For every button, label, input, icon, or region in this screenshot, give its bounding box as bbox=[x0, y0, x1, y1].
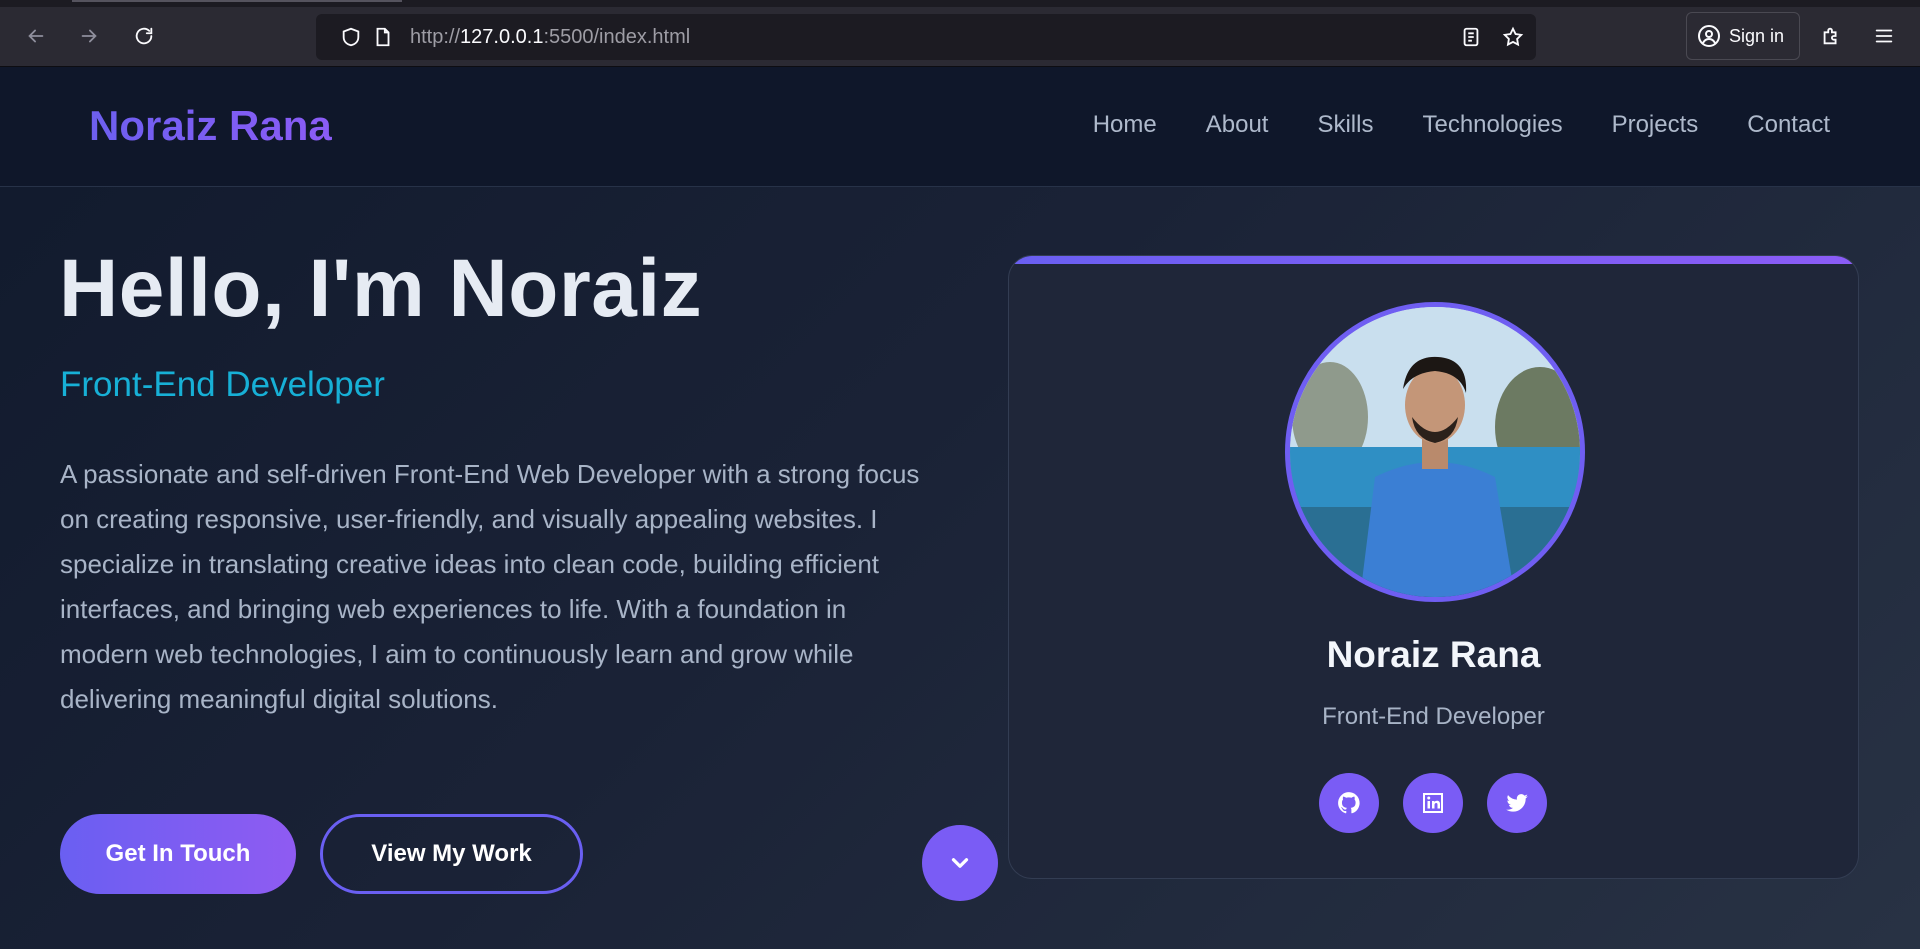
forward-button[interactable] bbox=[72, 19, 106, 53]
reload-icon bbox=[135, 27, 153, 45]
site-header: Noraiz Rana Home About Skills Technologi… bbox=[0, 67, 1920, 187]
view-my-work-button[interactable]: View My Work bbox=[320, 814, 583, 894]
linkedin-link[interactable] bbox=[1403, 773, 1463, 833]
chevron-down-icon bbox=[951, 858, 969, 868]
site-logo[interactable]: Noraiz Rana bbox=[89, 102, 332, 150]
puzzle-icon bbox=[1823, 27, 1837, 45]
main-nav: Home About Skills Technologies Projects … bbox=[1093, 111, 1830, 139]
nav-skills[interactable]: Skills bbox=[1317, 111, 1373, 139]
profile-name: Noraiz Rana bbox=[1326, 634, 1541, 675]
url-text[interactable]: http://127.0.0.1:5500/index.html bbox=[410, 26, 690, 49]
shield-icon[interactable] bbox=[340, 26, 362, 48]
address-bar[interactable]: http://127.0.0.1:5500/index.html bbox=[316, 14, 1536, 60]
page: Noraiz Rana Home About Skills Technologi… bbox=[0, 67, 1920, 949]
nav-projects[interactable]: Projects bbox=[1612, 111, 1699, 139]
arrow-right-icon bbox=[81, 29, 97, 43]
reload-button[interactable] bbox=[127, 19, 161, 53]
browser-toolbar: http://127.0.0.1:5500/index.html Sign in bbox=[0, 0, 1920, 67]
hero-description: A passionate and self-driven Front-End W… bbox=[60, 459, 920, 714]
hero-subtitle: Front-End Developer bbox=[60, 365, 385, 404]
sign-in-label: Sign in bbox=[1729, 25, 1785, 46]
linkedin-icon bbox=[1423, 793, 1443, 813]
profile-photo bbox=[1290, 307, 1580, 597]
avatar bbox=[1285, 302, 1585, 602]
hero-title: Hello, I'm Noraiz bbox=[59, 243, 703, 334]
nav-home[interactable]: Home bbox=[1093, 111, 1157, 139]
app-menu-button[interactable] bbox=[1867, 19, 1901, 53]
url-scheme: http:// bbox=[410, 26, 461, 48]
url-domain: 127.0.0.1 bbox=[460, 26, 544, 48]
twitter-link[interactable] bbox=[1487, 773, 1547, 833]
nav-about[interactable]: About bbox=[1206, 111, 1269, 139]
profile-role: Front-End Developer bbox=[1322, 703, 1545, 730]
card-accent-bar bbox=[1009, 256, 1858, 264]
url-path: :5500/index.html bbox=[543, 26, 691, 48]
nav-technologies[interactable]: Technologies bbox=[1422, 111, 1562, 139]
github-icon bbox=[1338, 792, 1360, 814]
github-link[interactable] bbox=[1319, 773, 1379, 833]
account-icon bbox=[1698, 25, 1720, 47]
active-tab-indicator bbox=[72, 0, 402, 2]
sign-in-button[interactable]: Sign in bbox=[1686, 12, 1800, 60]
twitter-icon bbox=[1506, 794, 1528, 812]
profile-card: Noraiz Rana Front-End Developer bbox=[1008, 255, 1859, 879]
arrow-left-icon bbox=[28, 29, 44, 43]
page-icon[interactable] bbox=[372, 26, 394, 48]
scroll-down-button[interactable] bbox=[922, 825, 998, 901]
hamburger-icon bbox=[1875, 29, 1893, 43]
bookmark-star-icon[interactable] bbox=[1502, 26, 1524, 48]
nav-contact[interactable]: Contact bbox=[1747, 111, 1830, 139]
social-links bbox=[1319, 773, 1547, 833]
reader-view-icon[interactable] bbox=[1460, 26, 1482, 48]
back-button[interactable] bbox=[19, 19, 53, 53]
extensions-button[interactable] bbox=[1814, 19, 1848, 53]
get-in-touch-button[interactable]: Get In Touch bbox=[60, 814, 296, 894]
